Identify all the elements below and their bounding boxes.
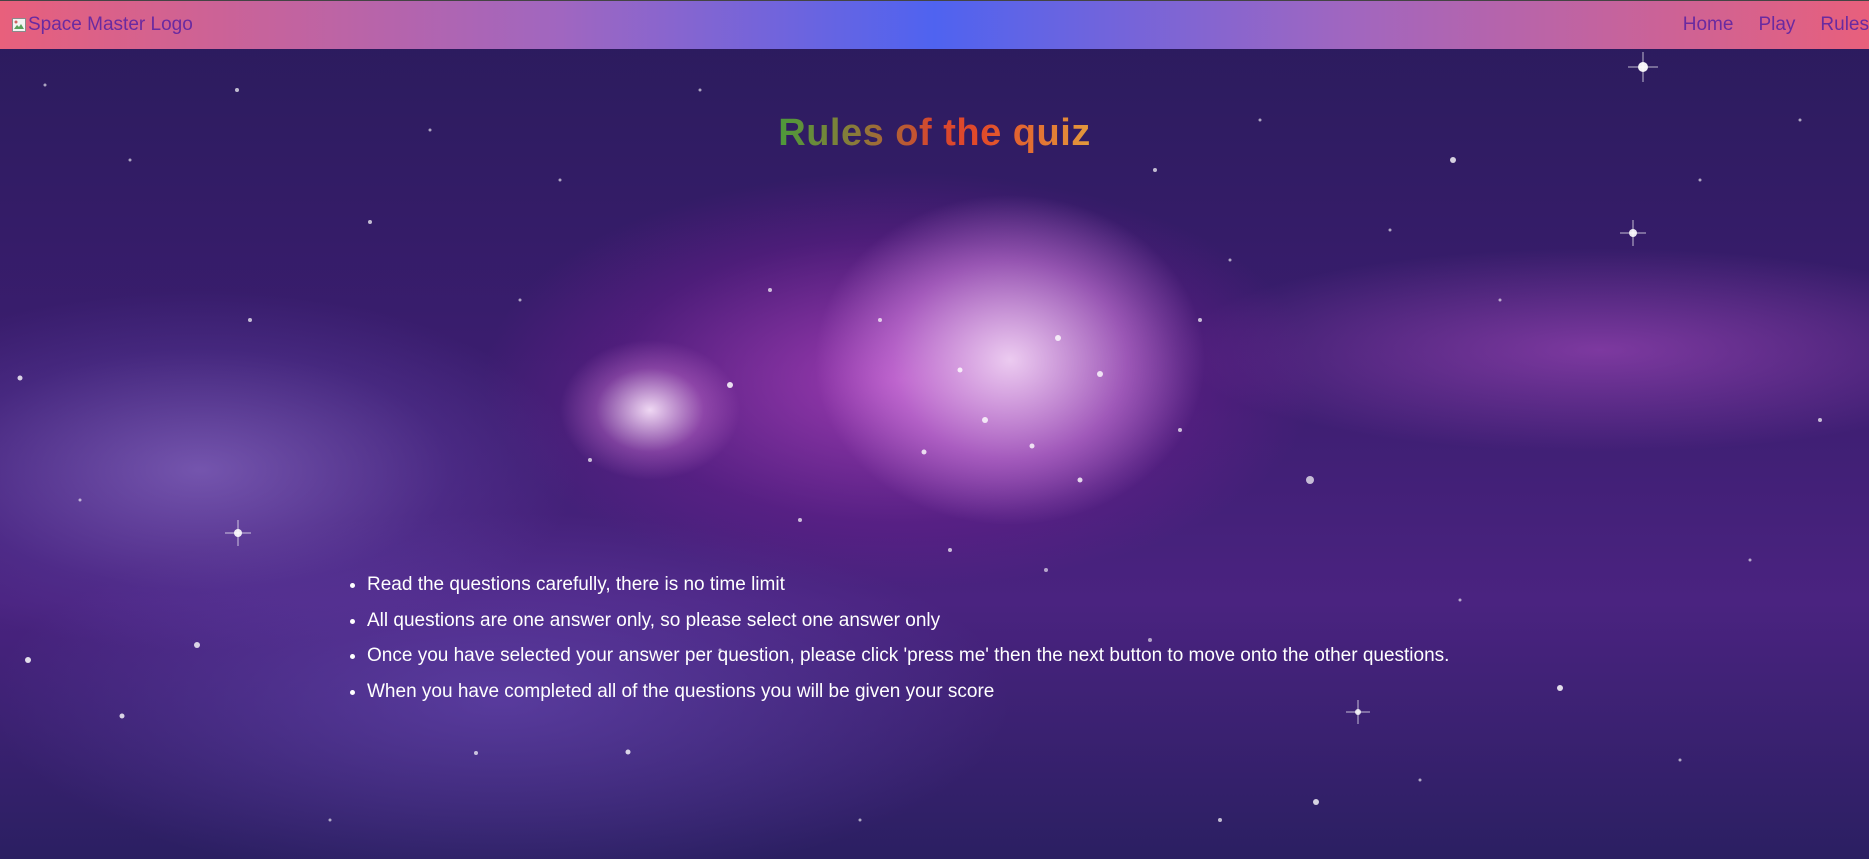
rules-list: Read the questions carefully, there is n… [345, 567, 1449, 709]
nav-links: Home Play Rules [1683, 14, 1869, 36]
logo-link[interactable]: Space Master Logo [11, 14, 193, 36]
page-title: Rules of the quiz [0, 112, 1869, 155]
nav-play-link[interactable]: Play [1758, 14, 1795, 36]
logo-alt-text: Space Master Logo [28, 14, 193, 35]
rule-item: Once you have selected your answer per q… [367, 638, 1449, 674]
rule-item: Read the questions carefully, there is n… [367, 567, 1449, 603]
top-navbar: Space Master Logo Home Play Rules [0, 0, 1869, 49]
broken-image-icon [12, 18, 26, 32]
nav-home-link[interactable]: Home [1683, 14, 1734, 36]
rule-item: All questions are one answer only, so pl… [367, 603, 1449, 639]
nav-rules-link[interactable]: Rules [1820, 14, 1869, 36]
page-title-text: Rules of the quiz [778, 112, 1091, 154]
rule-item: When you have completed all of the quest… [367, 674, 1449, 710]
